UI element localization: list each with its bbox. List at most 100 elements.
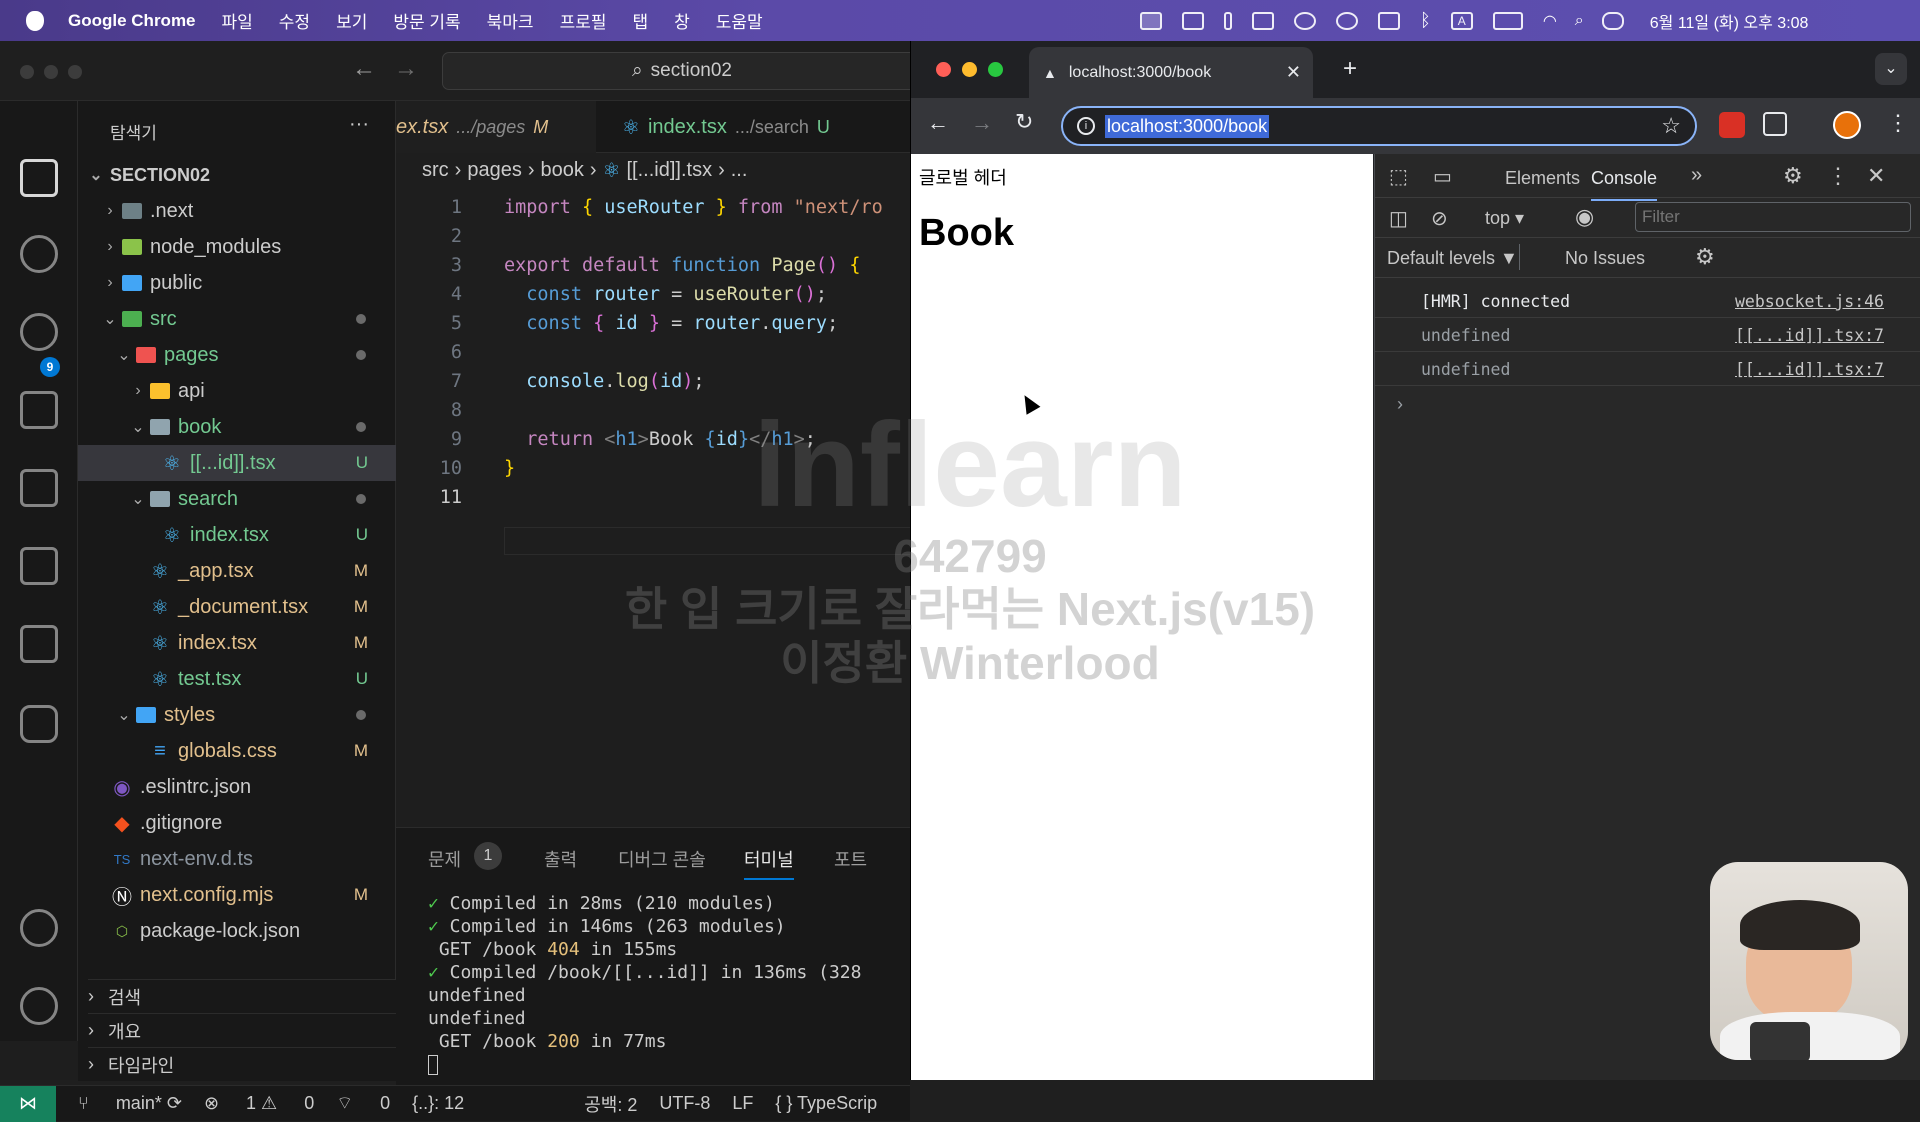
tree-item-package-lock[interactable]: ⬡ package-lock.json (78, 913, 396, 949)
log-source-link[interactable]: [[...id]].tsx:7 (1735, 360, 1884, 379)
tab-search-icon[interactable]: ⌄ (1875, 53, 1907, 85)
bookmark-star-icon[interactable]: ☆ (1661, 113, 1681, 139)
tree-item-next-config[interactable]: Ⓝnext.config.mjs M (78, 877, 396, 913)
source-control-icon[interactable] (20, 313, 58, 351)
panel-tab-output[interactable]: 출력 (544, 846, 577, 872)
puzzle-icon[interactable] (1763, 112, 1787, 136)
tree-item-globals-css[interactable]: ≡ globals.css M (78, 733, 396, 769)
forward-arrow-icon[interactable]: → (394, 55, 418, 83)
url-text[interactable]: localhost:3000/book (1105, 114, 1270, 138)
more-tabs-icon[interactable]: » (1691, 164, 1702, 187)
filter-input[interactable] (1635, 202, 1911, 232)
tree-item-search[interactable]: ⌄ search (78, 481, 396, 517)
panel-tab-ports[interactable]: 포트 (834, 846, 867, 872)
panel-tab-terminal[interactable]: 터미널 (744, 846, 794, 880)
avatar[interactable] (1833, 111, 1861, 139)
gear-icon[interactable] (20, 987, 58, 1025)
terminal-output[interactable]: ✓ Compiled in 28ms (210 modules) ✓ Compil… (428, 892, 861, 1076)
tree-item-document[interactable]: ⚛ _document.tsx M (78, 589, 396, 625)
account-icon[interactable] (20, 909, 58, 947)
section-timeline[interactable]: › 타임라인 (88, 1047, 396, 1081)
tree-item-gitignore[interactable]: ◆ .gitignore (78, 805, 396, 841)
square-icon[interactable] (20, 547, 58, 585)
tree-item-book[interactable]: ⌄ book (78, 409, 396, 445)
menu-edit[interactable]: 수정 (279, 8, 310, 33)
crumb-symbol[interactable]: ... (731, 159, 748, 182)
tree-item-app[interactable]: ⚛ _app.tsx M (78, 553, 396, 589)
issues-button[interactable]: No Issues (1565, 248, 1645, 269)
back-arrow-icon[interactable]: ← (352, 55, 376, 83)
cloud-icon[interactable] (1294, 11, 1316, 30)
bluetooth-icon[interactable]: ᛒ (1420, 10, 1431, 31)
console-settings-icon[interactable]: ⚙ (1695, 244, 1715, 270)
control-center-icon[interactable] (1601, 11, 1624, 30)
tree-item-id-tsx[interactable]: ⚛ [[...id]].tsx U (78, 445, 396, 481)
kebab-menu-icon[interactable]: ⋮ (1827, 163, 1849, 189)
docker-icon[interactable] (20, 705, 58, 743)
clock[interactable]: 6월 11일 (화) 오후 3:08 (1650, 9, 1809, 33)
wifi-icon[interactable]: ◠ (1543, 11, 1557, 31)
close-tab-icon[interactable]: ✕ (1286, 62, 1301, 83)
menu-help[interactable]: 도움말 (716, 8, 763, 33)
crumb-pages[interactable]: pages (467, 159, 522, 182)
tree-item-eslintrc[interactable]: ◉ .eslintrc.json (78, 769, 396, 805)
tree-item-search-index[interactable]: ⚛ index.tsx U (78, 517, 396, 553)
forward-icon[interactable]: → (971, 110, 993, 136)
tree-item-node-modules[interactable]: › node_modules (78, 229, 396, 265)
section-search[interactable]: › 검색 (88, 979, 396, 1013)
zoom-window-button[interactable] (988, 62, 1003, 77)
explorer-icon[interactable] (20, 159, 58, 197)
problems-indicator[interactable]: ⊗ 1 ⚠ 0 (204, 1093, 314, 1114)
remote-explorer-icon[interactable] (20, 625, 58, 663)
inspect-icon[interactable]: ⬚ (1389, 164, 1408, 189)
more-icon[interactable]: ··· (349, 113, 369, 136)
tab-search-index[interactable]: ⚛ index.tsx .../search U (622, 101, 912, 153)
console-log-row[interactable]: [HMR] connected websocket.js:46 (1375, 284, 1920, 318)
input-source-icon[interactable]: A (1450, 11, 1473, 30)
menu-profile[interactable]: 프로필 (560, 8, 607, 33)
tab-console[interactable]: Console (1591, 168, 1658, 201)
eol-indicator[interactable]: LF (732, 1093, 753, 1114)
shield-icon[interactable] (1182, 11, 1204, 30)
console-log-row[interactable]: undefined [[...id]].tsx:7 (1375, 352, 1920, 386)
reload-icon[interactable]: ↻ (1015, 109, 1033, 135)
tree-item-pages-index[interactable]: ⚛ index.tsx M (78, 625, 396, 661)
play-icon[interactable] (1336, 11, 1358, 30)
minimize-window-button[interactable] (962, 62, 977, 77)
back-icon[interactable]: ← (927, 110, 949, 136)
site-info-icon[interactable]: i (1077, 117, 1095, 135)
tree-item-public[interactable]: › public (78, 265, 396, 301)
remote-indicator-icon[interactable]: ⋈ (0, 1085, 56, 1122)
zoom-window-button[interactable] (68, 65, 82, 79)
tree-item-api[interactable]: › api (78, 373, 396, 409)
battery-icon[interactable] (1492, 11, 1523, 30)
log-source-link[interactable]: websocket.js:46 (1735, 292, 1884, 311)
log-levels-dropdown[interactable]: Default levels ▼ (1387, 248, 1518, 269)
json-indicator[interactable]: {..}: 12 (412, 1093, 464, 1114)
language-indicator[interactable]: { } TypeScrip (775, 1093, 877, 1114)
menu-bookmarks[interactable]: 북마크 (487, 8, 534, 33)
sidebar-toggle-icon[interactable]: ◫ (1389, 206, 1408, 231)
spotlight-icon[interactable]: ⌕ (1575, 12, 1584, 30)
tree-item-pages[interactable]: ⌄ pages (78, 337, 396, 373)
lightning-icon[interactable] (20, 235, 58, 273)
run-debug-icon[interactable] (20, 391, 58, 429)
arrows-icon[interactable] (1224, 11, 1232, 30)
close-window-button[interactable] (936, 62, 951, 77)
tree-item-test[interactable]: ⚛ test.tsx U (78, 661, 396, 697)
tree-item-src[interactable]: ⌄ src (78, 301, 396, 337)
address-bar[interactable]: i localhost:3000/book ☆ (1061, 106, 1697, 146)
tree-item-next[interactable]: › .next (78, 193, 396, 229)
extension-icon[interactable] (1719, 112, 1745, 138)
tree-item-styles[interactable]: ⌄ styles (78, 697, 396, 733)
eye-icon[interactable]: ◉ (1575, 204, 1594, 230)
tab-elements[interactable]: Elements (1505, 168, 1580, 189)
menu-tab[interactable]: 탭 (633, 8, 649, 33)
settings-gear-icon[interactable]: ⚙ (1783, 163, 1803, 189)
extensions-icon[interactable] (20, 469, 58, 507)
console-prompt-icon[interactable]: › (1397, 394, 1403, 415)
layout-icon[interactable] (1252, 11, 1274, 30)
section-outline[interactable]: › 개요 (88, 1013, 396, 1047)
context-selector[interactable]: top ▾ (1485, 208, 1524, 229)
tab-pages-index[interactable]: ex.tsx .../pages M (396, 101, 596, 153)
